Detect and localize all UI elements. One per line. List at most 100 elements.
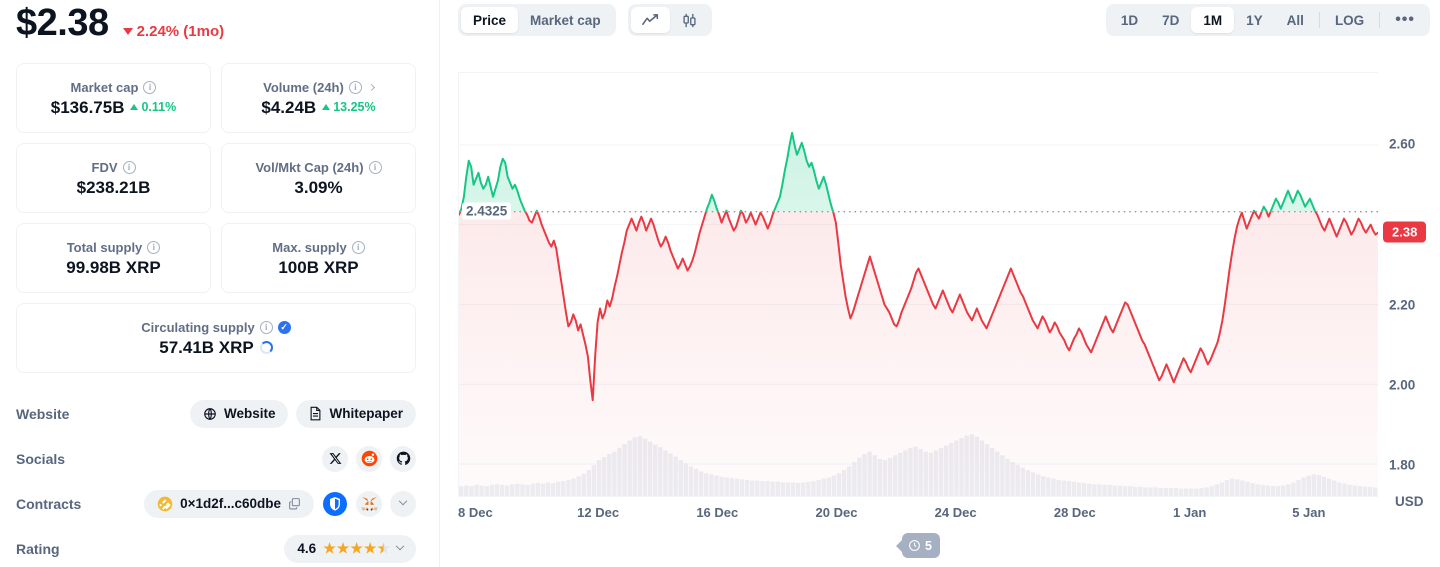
stat-value-text: $238.21B	[77, 179, 151, 196]
contracts-expand-button[interactable]	[390, 491, 416, 517]
website-button[interactable]: Website	[190, 400, 289, 428]
range-1y[interactable]: 1Y	[1234, 7, 1275, 33]
stat-label: Circulating supply i ✓	[141, 321, 290, 334]
line-chart-icon[interactable]	[631, 7, 670, 33]
link-rows: Website Website Whitepaper Socials	[16, 391, 416, 567]
stat-value: 100B XRP	[278, 259, 358, 276]
star-icon: ★	[364, 540, 377, 557]
page-title: $2.38	[16, 2, 109, 45]
stat-value-text: 57.41B XRP	[159, 339, 254, 356]
range-1d[interactable]: 1D	[1109, 7, 1150, 33]
range-7d[interactable]: 7D	[1150, 7, 1191, 33]
x-glyph	[329, 452, 342, 465]
website-row: Website Website Whitepaper	[16, 391, 416, 436]
x-tick-label: 5 Jan	[1292, 505, 1325, 520]
caret-up-icon	[322, 104, 330, 110]
rating-pill[interactable]: 4.6 ★ ★ ★ ★ ★	[284, 535, 416, 563]
website-button-label: Website	[224, 406, 276, 421]
copy-icon[interactable]	[288, 497, 301, 510]
stat-value: 3.09%	[294, 179, 342, 196]
y-tick-label: 2.60	[1389, 137, 1415, 152]
contracts-row-label: Contracts	[16, 496, 136, 512]
time-badge[interactable]: 5	[902, 533, 940, 558]
stat-value: 57.41B XRP	[159, 339, 273, 356]
stat-card-circulating-supply[interactable]: Circulating supply i ✓ 57.41B XRP	[16, 303, 416, 373]
rating-stars: ★ ★ ★ ★ ★	[323, 540, 390, 557]
chart-plot-area[interactable]	[458, 72, 1378, 497]
caret-down-icon	[123, 28, 133, 35]
x-axis: 8 Dec12 Dec16 Dec20 Dec24 Dec28 Dec1 Jan…	[458, 505, 1378, 529]
tab-price[interactable]: Price	[461, 7, 518, 33]
info-icon[interactable]: i	[143, 81, 156, 94]
chevron-right-icon[interactable]	[368, 83, 375, 90]
stat-card-total-supply[interactable]: Total supply i 99.98B XRP	[16, 223, 211, 293]
log-scale-toggle[interactable]: LOG	[1323, 7, 1376, 33]
time-badge-value: 5	[925, 539, 932, 553]
socials-row-label: Socials	[16, 451, 314, 467]
info-icon[interactable]: i	[260, 321, 273, 334]
stat-label-text: Circulating supply	[141, 321, 254, 334]
stat-label-text: Total supply	[67, 241, 143, 254]
more-options-button[interactable]: •••	[1383, 7, 1427, 33]
star-icon: ★	[337, 540, 350, 557]
github-icon[interactable]	[390, 446, 416, 472]
range-all[interactable]: All	[1275, 7, 1316, 33]
plot-wrapper: 2.60 2.20 2.00 1.80 2.38 USD 2.4325 Coin…	[458, 72, 1426, 497]
stat-value-text: 99.98B XRP	[66, 259, 161, 276]
stat-value-text: $136.75B	[51, 99, 125, 116]
more-dots-icon: •••	[1395, 16, 1415, 24]
stat-label: Max. supply i	[272, 241, 364, 254]
coin-stats-sidebar: $2.38 2.24% (1mo) Market cap i $136.75B …	[0, 0, 440, 567]
tab-market-cap[interactable]: Market cap	[518, 7, 613, 33]
price-change-badge: 2.24% (1mo)	[123, 23, 225, 40]
chevron-down-icon[interactable]	[396, 541, 404, 549]
stat-label: Volume (24h) i	[263, 81, 374, 94]
stat-value: 99.98B XRP	[66, 259, 161, 276]
stat-label: FDV i	[92, 161, 136, 174]
stat-card-max-supply[interactable]: Max. supply i 100B XRP	[221, 223, 416, 293]
price-area-chart	[459, 73, 1378, 496]
caret-up-icon	[130, 104, 138, 110]
range-1m[interactable]: 1M	[1191, 7, 1234, 33]
contract-address-text: 0×1d2f...c60dbe	[180, 496, 281, 511]
stat-label-text: FDV	[92, 161, 118, 174]
info-icon[interactable]: i	[147, 241, 160, 254]
reddit-icon[interactable]	[356, 446, 382, 472]
info-icon[interactable]: i	[349, 81, 362, 94]
time-range-group: 1D 7D 1M 1Y All LOG •••	[1106, 4, 1430, 36]
stat-card-market-cap[interactable]: Market cap i $136.75B 0.11%	[16, 63, 211, 133]
metamask-icon[interactable]	[356, 491, 382, 517]
x-icon[interactable]	[322, 446, 348, 472]
chart-toolbar: Price Market cap 1D 7D	[440, 0, 1440, 40]
stat-delta: 13.25%	[322, 101, 375, 114]
contracts-row: Contracts 0×1d2f...c60dbe	[16, 481, 416, 526]
y-tick-label: 1.80	[1389, 457, 1415, 472]
star-half-icon: ★	[377, 540, 390, 557]
trust-wallet-icon[interactable]	[322, 491, 348, 517]
contract-address-pill[interactable]: 0×1d2f...c60dbe	[144, 490, 314, 518]
info-icon[interactable]: i	[352, 241, 365, 254]
info-icon[interactable]: i	[123, 161, 136, 174]
y-tick-label: 2.00	[1389, 377, 1415, 392]
x-tick-label: 24 Dec	[935, 505, 977, 520]
stat-label: Total supply i	[67, 241, 161, 254]
currency-label: USD	[1395, 494, 1424, 509]
stat-value: $4.24B 13.25%	[261, 99, 375, 116]
x-tick-label: 28 Dec	[1054, 505, 1096, 520]
stat-label-text: Max. supply	[272, 241, 346, 254]
divider	[1379, 12, 1380, 28]
info-icon[interactable]: i	[369, 161, 382, 174]
socials-row: Socials	[16, 436, 416, 481]
stat-card-vol-mkt-cap[interactable]: Vol/Mkt Cap (24h) i 3.09%	[221, 143, 416, 213]
price-chart-panel: Price Market cap 1D 7D	[440, 0, 1440, 567]
whitepaper-button[interactable]: Whitepaper	[296, 400, 416, 428]
stat-card-fdv[interactable]: FDV i $238.21B	[16, 143, 211, 213]
reference-price-label: 2.4325	[462, 203, 511, 220]
stat-card-volume-24h[interactable]: Volume (24h) i $4.24B 13.25%	[221, 63, 416, 133]
trust-wallet-glyph	[323, 492, 347, 516]
stat-value: $238.21B	[77, 179, 151, 196]
verified-badge-icon: ✓	[278, 321, 291, 334]
current-price-tag: 2.38	[1383, 222, 1426, 243]
candlestick-icon[interactable]	[670, 7, 709, 33]
rating-row: Rating 4.6 ★ ★ ★ ★ ★	[16, 526, 416, 567]
